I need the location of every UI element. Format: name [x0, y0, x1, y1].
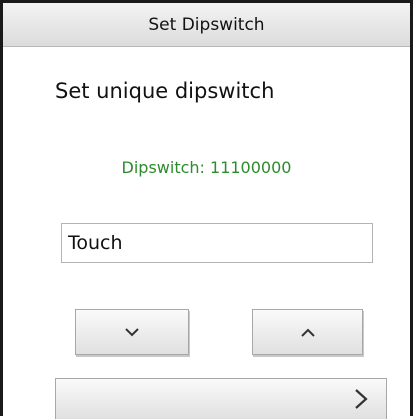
- window-title: Set Dipswitch: [148, 14, 265, 35]
- dialog-window: Set Dipswitch Set unique dipswitch Dipsw…: [0, 0, 413, 419]
- title-bar: Set Dipswitch: [3, 3, 410, 47]
- decrement-button[interactable]: [75, 309, 189, 355]
- dipswitch-status: Dipswitch: 11100000: [121, 158, 292, 177]
- page-heading: Set unique dipswitch: [55, 79, 275, 103]
- chevron-right-icon: [354, 388, 368, 410]
- name-input[interactable]: [61, 223, 373, 263]
- chevron-up-icon: [300, 328, 315, 337]
- increment-button[interactable]: [252, 309, 363, 355]
- next-button[interactable]: [55, 378, 387, 419]
- chevron-down-icon: [125, 327, 139, 337]
